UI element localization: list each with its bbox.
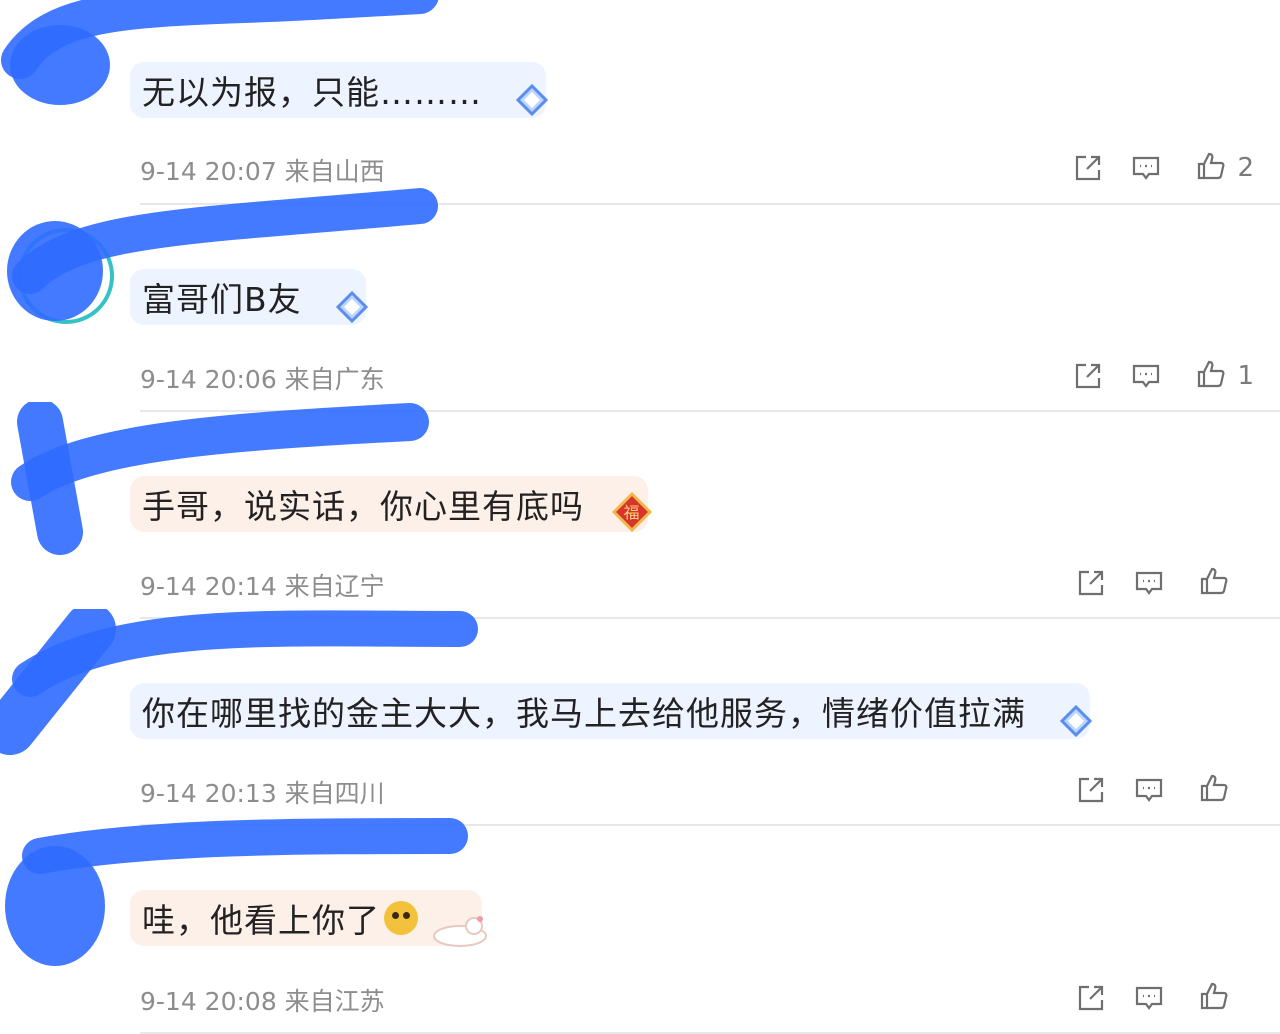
reply-icon[interactable] [1134, 983, 1164, 1013]
comment-item: 哇，他看上你了 9-14 20:08 来自江苏 [0, 818, 1280, 1034]
avatar[interactable] [18, 228, 114, 324]
smiley-emoji-icon [384, 901, 418, 935]
comment-actions [1076, 770, 1280, 810]
comment-bubble[interactable]: 手哥，说实话，你心里有底吗 福 [130, 476, 653, 533]
comment-meta: 9-14 20:07 来自山西 [140, 157, 385, 186]
comment-bubble[interactable]: 哇，他看上你了 [130, 890, 487, 947]
diamond-badge-icon [512, 80, 552, 128]
like-button[interactable] [1198, 565, 1254, 601]
comment-meta: 9-14 20:14 来自辽宁 [140, 572, 385, 601]
diamond-badge-icon [1056, 701, 1096, 749]
share-icon[interactable] [1076, 775, 1106, 805]
share-icon[interactable] [1076, 568, 1106, 598]
thumbs-up-icon [1198, 772, 1230, 808]
share-icon[interactable] [1076, 983, 1106, 1013]
comment-bubble[interactable]: 你在哪里找的金主大大，我马上去给他服务，情绪价值拉满 [130, 683, 1093, 739]
cat-sticker-icon [428, 914, 488, 956]
comment-text: 手哥，说实话，你心里有底吗 [142, 487, 584, 526]
thumbs-up-icon [1198, 565, 1230, 601]
thumbs-up-icon [1195, 150, 1227, 186]
like-button[interactable]: 1 [1195, 358, 1254, 394]
thumbs-up-icon [1195, 358, 1227, 394]
comment-text: 哇，他看上你了 [142, 901, 380, 940]
comment-meta: 9-14 20:06 来自广东 [140, 365, 385, 394]
comment-actions [1076, 563, 1280, 603]
like-count: 2 [1237, 153, 1254, 183]
comment-item: 手哥，说实话，你心里有底吗 福 9-14 20:14 来自辽宁 [0, 402, 1280, 619]
like-count: 1 [1237, 361, 1254, 391]
comment-meta: 9-14 20:08 来自江苏 [140, 987, 385, 1016]
comment-meta: 9-14 20:13 来自四川 [140, 779, 385, 808]
svg-text:福: 福 [623, 503, 640, 522]
like-button[interactable] [1198, 772, 1254, 808]
comment-actions [1076, 978, 1280, 1018]
share-icon[interactable] [1073, 361, 1103, 391]
reply-icon[interactable] [1134, 568, 1164, 598]
reply-icon[interactable] [1134, 775, 1164, 805]
reply-icon[interactable] [1131, 361, 1161, 391]
comment-text: 富哥们B友 [142, 280, 302, 319]
comment-item: 你在哪里找的金主大大，我马上去给他服务，情绪价值拉满 9-14 20:13 来自… [0, 609, 1280, 826]
comment-bubble[interactable]: 富哥们B友 [130, 269, 368, 325]
reply-icon[interactable] [1131, 153, 1161, 183]
comment-actions: 1 [1073, 356, 1280, 396]
fu-badge-icon: 福 [610, 490, 654, 542]
comment-text: 无以为报，只能……… [142, 73, 482, 112]
diamond-badge-icon [332, 287, 372, 335]
share-icon[interactable] [1073, 153, 1103, 183]
like-button[interactable] [1198, 980, 1254, 1016]
comment-actions: 2 [1073, 148, 1280, 188]
comment-text: 你在哪里找的金主大大，我马上去给他服务，情绪价值拉满 [142, 694, 1026, 733]
comment-bubble[interactable]: 无以为报，只能……… [130, 62, 549, 118]
thumbs-up-icon [1198, 980, 1230, 1016]
comment-divider [140, 203, 1280, 205]
like-button[interactable]: 2 [1195, 150, 1254, 186]
comment-item: 无以为报，只能……… 9-14 20:07 来自山西 2 [0, 0, 1280, 205]
comment-item: 富哥们B友 9-14 20:06 来自广东 1 [0, 188, 1280, 412]
